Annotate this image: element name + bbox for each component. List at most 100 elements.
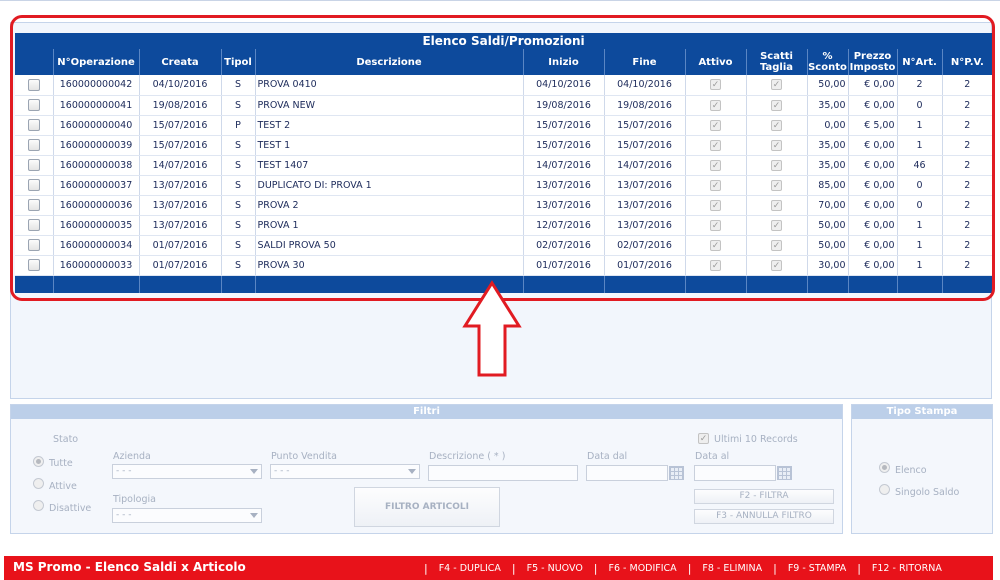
cell-prezzo: € 5,00 [847, 115, 897, 136]
column-header-row: N°Operazione Creata Tipol Descrizione In… [15, 49, 993, 75]
cell-nart: 1 [896, 215, 942, 236]
cell-scatti-taglia: ✓ [745, 155, 807, 176]
chevron-down-icon [250, 469, 258, 474]
cell-attivo: ✓ [684, 215, 746, 236]
row-checkbox[interactable] [27, 159, 40, 171]
col-noperazione[interactable]: N°Operazione [52, 49, 139, 75]
row-checkbox[interactable] [27, 219, 40, 231]
chevron-down-icon [408, 469, 416, 474]
cell-inizio: 02/07/2016 [522, 235, 604, 256]
row-checkbox[interactable] [27, 119, 40, 131]
col-tipol[interactable]: Tipol [220, 49, 255, 75]
elimina-key[interactable]: F8 - ELIMINA [691, 563, 773, 574]
row-checkbox[interactable] [27, 199, 40, 211]
cell-nop: 160000000035 [52, 215, 139, 236]
cell-nart: 1 [896, 135, 942, 156]
col-sconto[interactable]: % Sconto [806, 49, 848, 75]
cell-descr: PROVA 30 [254, 255, 523, 276]
calendar-icon[interactable] [669, 466, 684, 480]
table-row[interactable]: 160000000037 13/07/2016 S DUPLICATO DI: PRO… [15, 175, 993, 196]
radio-elenco[interactable] [879, 462, 890, 473]
cell-inizio: 13/07/2016 [522, 175, 604, 196]
calendar-icon[interactable] [777, 466, 792, 480]
cell-descr: PROVA 1 [254, 215, 523, 236]
row-checkbox[interactable] [27, 179, 40, 191]
cell-scatti-taglia: ✓ [745, 95, 807, 116]
cell-inizio: 12/07/2016 [522, 215, 604, 236]
nuovo-key[interactable]: F5 - NUOVO [516, 563, 594, 574]
col-scatti-taglia[interactable]: Scatti Taglia [745, 49, 807, 75]
filtro-articoli-button[interactable]: FILTRO ARTICOLI [354, 487, 500, 527]
cell-inizio: 04/10/2016 [522, 75, 604, 96]
cell-sconto: 30,00 [806, 255, 848, 276]
cell-tipol: S [220, 135, 255, 156]
radio-disattive[interactable] [33, 500, 44, 511]
col-descrizione[interactable]: Descrizione [254, 49, 523, 75]
tipologia-select[interactable]: - - - [112, 508, 262, 523]
cell-tipol: S [220, 175, 255, 196]
cell-tipol: S [220, 235, 255, 256]
col-inizio[interactable]: Inizio [522, 49, 604, 75]
scatti-taglia-checkbox: ✓ [771, 139, 782, 151]
azienda-select[interactable]: - - - [112, 464, 262, 479]
cell-prezzo: € 0,00 [847, 95, 897, 116]
table-row[interactable]: 160000000033 01/07/2016 S PROVA 30 01/07/201… [15, 255, 993, 276]
cell-inizio: 01/07/2016 [522, 255, 604, 276]
scatti-taglia-checkbox: ✓ [771, 119, 782, 131]
col-creata[interactable]: Creata [138, 49, 221, 75]
cell-nart: 46 [896, 155, 942, 176]
col-fine[interactable]: Fine [603, 49, 685, 75]
radio-tutte[interactable] [33, 456, 44, 467]
filtri-panel: Filtri Stato Tutte Attive Disattive Azie… [10, 404, 843, 534]
radio-elenco-label: Elenco [895, 465, 927, 476]
filtra-button[interactable]: F2 - FILTRA [694, 489, 834, 504]
duplica-key[interactable]: F4 - DUPLICA [428, 563, 512, 574]
cell-nart: 0 [896, 95, 942, 116]
table-row[interactable]: 160000000038 14/07/2016 S TEST 1407 14/07/20… [15, 155, 993, 176]
col-npv[interactable]: N°P.V. [941, 49, 993, 75]
row-checkbox[interactable] [27, 239, 40, 251]
table-row[interactable]: 160000000039 15/07/2016 S TEST 1 15/07/2016 1… [15, 135, 993, 156]
table-row[interactable]: 160000000041 19/08/2016 S PROVA NEW 19/08/20… [15, 95, 993, 116]
cell-attivo: ✓ [684, 255, 746, 276]
cell-fine: 13/07/2016 [603, 195, 685, 216]
tipologia-label: Tipologia [113, 494, 156, 505]
row-checkbox[interactable] [27, 78, 40, 91]
cell-scatti-taglia: ✓ [745, 75, 807, 96]
row-checkbox[interactable] [27, 99, 40, 111]
row-checkbox[interactable] [27, 139, 40, 151]
table-row[interactable]: 160000000040 15/07/2016 P TEST 2 15/07/2016 1… [15, 115, 993, 136]
col-attivo[interactable]: Attivo [684, 49, 746, 75]
cell-attivo: ✓ [684, 235, 746, 256]
ritorna-key[interactable]: F12 - RITORNA [861, 563, 953, 574]
cell-npv: 2 [941, 95, 993, 116]
radio-singolo-saldo[interactable] [879, 484, 890, 495]
annulla-filtro-button[interactable]: F3 - ANNULLA FILTRO [694, 509, 834, 524]
attivo-checkbox: ✓ [710, 179, 721, 191]
data-dal-input[interactable] [586, 465, 668, 481]
cell-fine: 13/07/2016 [603, 175, 685, 196]
stampa-key[interactable]: F9 - STAMPA [777, 563, 857, 574]
table-row[interactable]: 160000000035 13/07/2016 S PROVA 1 12/07/2016… [15, 215, 993, 236]
row-checkbox[interactable] [27, 259, 40, 271]
cell-prezzo: € 0,00 [847, 135, 897, 156]
ultimi-checkbox[interactable]: ✓ [698, 433, 709, 444]
modifica-key[interactable]: F6 - MODIFICA [598, 563, 688, 574]
data-al-input[interactable] [694, 465, 776, 481]
cell-descr: PROVA 2 [254, 195, 523, 216]
cell-creata: 13/07/2016 [138, 175, 221, 196]
radio-attive[interactable] [33, 478, 44, 489]
table-row[interactable]: 160000000036 13/07/2016 S PROVA 2 13/07/2016… [15, 195, 993, 216]
cell-attivo: ✓ [684, 75, 746, 96]
scatti-taglia-checkbox: ✓ [771, 199, 782, 211]
cell-prezzo: € 0,00 [847, 195, 897, 216]
table-row[interactable]: 160000000034 01/07/2016 S SALDI PROVA 50 02/… [15, 235, 993, 256]
col-nart[interactable]: N°Art. [896, 49, 942, 75]
descrizione-input[interactable] [428, 465, 578, 481]
cell-tipol: S [220, 155, 255, 176]
attivo-checkbox: ✓ [710, 239, 721, 251]
col-prezzo-imposto[interactable]: Prezzo Imposto [847, 49, 897, 75]
punto-vendita-select[interactable]: - - - [270, 464, 420, 479]
row-select-cell [15, 215, 53, 236]
table-row[interactable]: 160000000042 04/10/2016 S PROVA 0410 04/10/2… [15, 75, 993, 96]
